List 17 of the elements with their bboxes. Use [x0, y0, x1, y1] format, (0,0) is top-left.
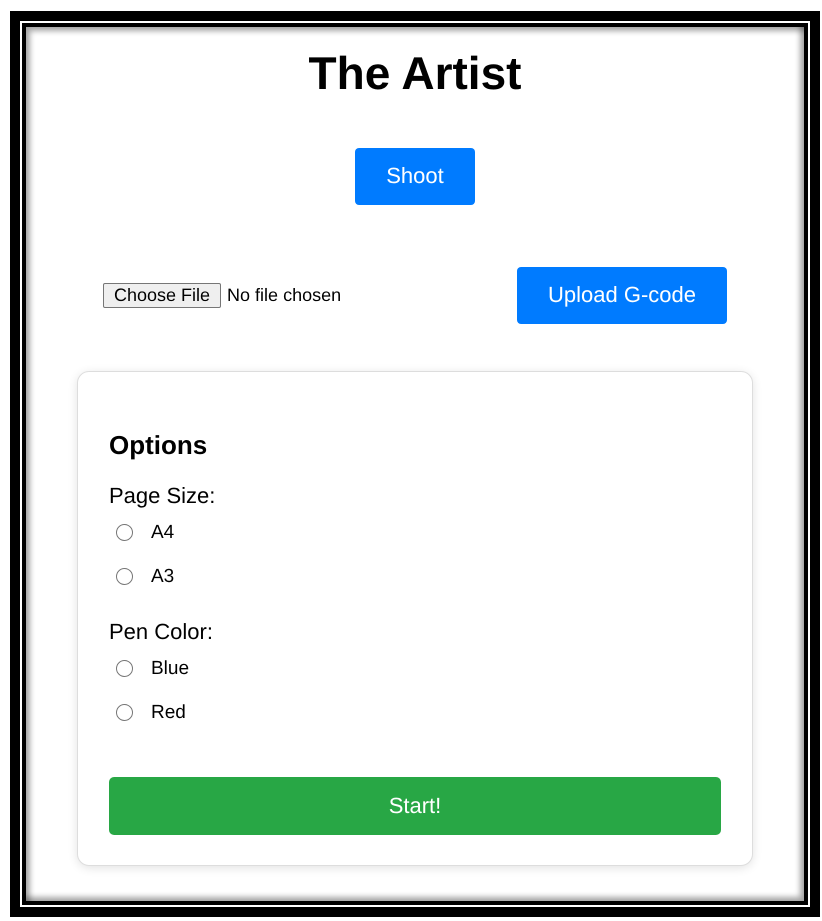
option-label: Pen Color: [109, 618, 214, 645]
shoot-button[interactable]: Shoot [355, 148, 475, 205]
radio-button[interactable] [116, 568, 133, 586]
page-title: The Artist [308, 47, 522, 100]
radio-label: A3 [151, 566, 174, 588]
options-heading: Options [109, 430, 208, 461]
upload-button[interactable]: Upload G-code [517, 266, 727, 324]
choose-file-button[interactable]: Choose File [103, 282, 222, 308]
radio-button[interactable] [116, 660, 133, 678]
radio-label: A4 [151, 522, 174, 544]
radio-button[interactable] [116, 524, 133, 542]
start-button[interactable]: Start! [109, 776, 721, 835]
option-label: Page Size: [109, 482, 216, 509]
radio-label: Red [151, 702, 186, 724]
file-status: No file chosen [227, 284, 342, 306]
radio-label: Blue [151, 658, 190, 680]
radio-button[interactable] [116, 704, 133, 722]
